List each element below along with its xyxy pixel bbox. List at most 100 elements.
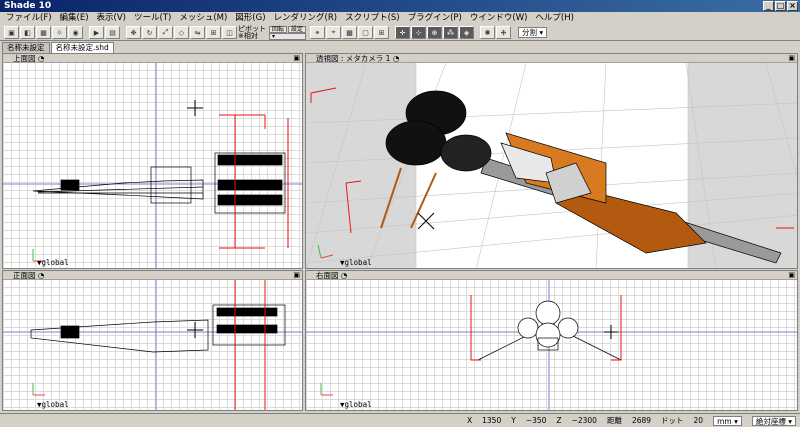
status-distance-label: 距離 [606, 416, 622, 425]
status-y-value: −350 [525, 416, 547, 425]
ship-top-wireframe [32, 152, 286, 214]
menu-tools[interactable]: ツール(T) [132, 12, 177, 25]
menu-render[interactable]: レンダリング(R) [272, 12, 344, 25]
menu-window[interactable]: ウインドウ(W) [468, 12, 534, 25]
status-y-label: Y [511, 416, 516, 425]
top-view-coord[interactable]: ▼global [37, 258, 69, 267]
status-bar: X 1350 Y −350 Z −2300 距離 2689 ドット 20 mm … [0, 413, 800, 427]
grid-icon[interactable]: ▩ [342, 26, 358, 39]
status-x-label: X [466, 416, 473, 425]
right-view-viewport[interactable]: 右面図 ◔ ▣ ▼global [305, 270, 798, 411]
pivot-rotate-button[interactable]: 回転 [269, 25, 288, 33]
right-view-header: 右面図 ◔ ▣ [306, 271, 797, 280]
surface-icon[interactable]: ▦ [36, 26, 51, 39]
pivot-set-button[interactable]: 設定 [288, 25, 307, 33]
menu-mesh[interactable]: メッシュ(M) [177, 12, 233, 25]
menu-file[interactable]: ファイル(F) [4, 12, 58, 25]
tool-wheel-icon[interactable]: ✺ [480, 26, 496, 39]
menu-edit[interactable]: 編集(E) [58, 12, 95, 25]
tool-axis-icon[interactable]: ⊕ [427, 26, 443, 39]
perspective-title: 透視図 : メタカメラ 1 [316, 54, 391, 63]
front-view-viewport[interactable]: 正面図 ◔ ▣ ▼global [2, 270, 303, 411]
tool-select-icon[interactable]: ✛ [395, 26, 411, 39]
front-view-title: 正面図 [13, 271, 36, 280]
perspective-viewport[interactable]: 透視図 : メタカメラ 1 ◔ ▣ ▼global [305, 53, 798, 269]
single-view-icon[interactable]: ▢ [358, 26, 374, 39]
pivot-dropdown[interactable]: ▾ [269, 32, 307, 40]
ship-front-wireframe [30, 304, 286, 353]
viewport-menu-icon[interactable]: ▣ [293, 271, 300, 280]
title-bar: Shade 10 _ □ × [0, 0, 800, 12]
rotate-icon[interactable]: ↻ [142, 26, 157, 39]
tool-display-icon[interactable]: ◈ [459, 26, 475, 39]
snap-icon[interactable]: ⌖ [326, 26, 342, 39]
top-view-header: 上面図 ◔ ▣ [3, 54, 302, 63]
tool-camera-icon[interactable]: ⊹ [411, 26, 427, 39]
axis-gizmo [320, 383, 333, 396]
unit-select[interactable]: mm ▾ [713, 415, 742, 426]
object-icon[interactable]: ◧ [20, 26, 35, 39]
status-dot-value: 20 [693, 416, 704, 425]
pivot-group: ピボット ※相対 [238, 25, 266, 40]
pivot-sub-label: ※相対 [238, 31, 258, 40]
coord-mode-select[interactable]: 絶対座標 ▾ [751, 415, 796, 426]
perspective-coord[interactable]: ▼global [340, 258, 372, 267]
tool-edit-icon[interactable]: ⁂ [443, 26, 459, 39]
status-distance-value: 2689 [631, 416, 652, 425]
tab-untitled[interactable]: 名称未設定 [2, 42, 50, 53]
split-select[interactable]: 分割 ▾ [518, 27, 548, 38]
right-view-coord[interactable]: ▼global [340, 400, 372, 409]
document-tabs: 名称未設定 名称未設定.shd [0, 42, 800, 53]
menu-view[interactable]: 表示(V) [95, 12, 132, 25]
maximize-button[interactable]: □ [775, 1, 786, 11]
camera-menu-icon[interactable]: ◔ [393, 54, 400, 63]
camera-frustum [234, 280, 266, 410]
view-menu-icon[interactable]: ◔ [38, 271, 45, 280]
top-view-canvas [3, 63, 302, 268]
minimize-button[interactable]: _ [763, 1, 774, 11]
transform-icon[interactable]: ◫ [222, 26, 237, 39]
front-view-header: 正面図 ◔ ▣ [3, 271, 302, 280]
status-z-value: −2300 [571, 416, 597, 425]
top-view-viewport[interactable]: 上面図 ◔ ▣ ▼global [2, 53, 303, 269]
main-toolbar: ▣ ◧ ▦ ☼ ◉ ▶ ▤ ✥ ↻ ⤢ ◇ ⇋ ⊞ ◫ ピボット ※相対 回転 … [0, 25, 800, 41]
window-title: Shade 10 [4, 1, 52, 11]
status-x-value: 1350 [482, 416, 502, 425]
right-view-title: 右面図 [316, 271, 339, 280]
viewport-menu-icon[interactable]: ▣ [293, 54, 300, 63]
menu-help[interactable]: ヘルプ(H) [533, 12, 580, 25]
menu-plugin[interactable]: プラグイン(P) [406, 12, 468, 25]
browser-icon[interactable]: ▣ [4, 26, 19, 39]
tool-gear-icon[interactable]: ❉ [496, 26, 512, 39]
status-z-label: Z [556, 416, 562, 425]
viewport-menu-icon[interactable]: ▣ [788, 54, 795, 63]
move-icon[interactable]: ✥ [126, 26, 141, 39]
perspective-header: 透視図 : メタカメラ 1 ◔ ▣ [306, 54, 797, 63]
front-view-canvas [3, 280, 302, 410]
image-icon[interactable]: ▤ [105, 26, 120, 39]
menu-shape[interactable]: 図形(G) [233, 12, 271, 25]
menu-script[interactable]: スクリプト(S) [343, 12, 406, 25]
viewport-menu-icon[interactable]: ▣ [788, 271, 795, 280]
top-view-title: 上面図 [13, 54, 36, 63]
right-view-canvas [306, 280, 797, 410]
scale-icon[interactable]: ⤢ [158, 26, 173, 39]
view-menu-icon[interactable]: ◔ [341, 271, 348, 280]
front-view-coord[interactable]: ▼global [37, 400, 69, 409]
status-dot-label: ドット [661, 416, 684, 425]
shear-icon[interactable]: ◇ [174, 26, 189, 39]
tab-untitled-shd[interactable]: 名称未設定.shd [50, 42, 114, 53]
render-icon[interactable]: ▶ [89, 26, 104, 39]
material-icon[interactable]: ◉ [68, 26, 83, 39]
app-window: Shade 10 _ □ × ファイル(F) 編集(E) 表示(V) ツール(T… [0, 0, 800, 427]
close-button[interactable]: × [787, 1, 798, 11]
link-icon[interactable]: ⚭ [310, 26, 326, 39]
view-menu-icon[interactable]: ◔ [38, 54, 45, 63]
quad-view-icon[interactable]: ⊞ [374, 26, 390, 39]
light-icon[interactable]: ☼ [52, 26, 67, 39]
mirror-icon[interactable]: ⇋ [190, 26, 205, 39]
perspective-canvas [306, 63, 797, 268]
axis-gizmo [32, 383, 45, 396]
uniform-scale-icon[interactable]: ⊞ [206, 26, 221, 39]
menu-bar: ファイル(F) 編集(E) 表示(V) ツール(T) メッシュ(M) 図形(G)… [0, 12, 800, 25]
